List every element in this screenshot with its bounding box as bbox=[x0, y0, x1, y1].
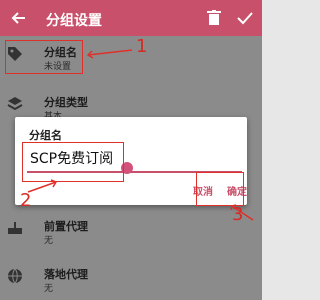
setting-label: 落地代理 bbox=[44, 268, 88, 281]
setting-front-proxy[interactable]: 前置代理 无 bbox=[0, 212, 262, 252]
annotation-box-group-name bbox=[5, 40, 83, 74]
annotation-number-1: 1 bbox=[136, 36, 148, 57]
annotation-number-3: 3 bbox=[232, 204, 244, 225]
annotation-number-2: 2 bbox=[20, 190, 32, 211]
setting-value: 无 bbox=[44, 284, 54, 294]
back-arrow-icon[interactable] bbox=[10, 9, 28, 27]
setting-label: 分组类型 bbox=[44, 96, 88, 109]
trash-icon[interactable] bbox=[205, 9, 223, 27]
check-icon[interactable] bbox=[236, 9, 254, 27]
annotation-box-input bbox=[22, 142, 124, 182]
router-icon bbox=[7, 220, 23, 236]
annotation-box-ok bbox=[196, 172, 244, 206]
setting-landing-proxy[interactable]: 落地代理 无 bbox=[0, 260, 262, 300]
setting-value: 无 bbox=[44, 236, 54, 246]
globe-icon bbox=[7, 268, 23, 284]
layers-icon bbox=[7, 96, 23, 112]
dialog-title: 分组名 bbox=[29, 129, 62, 142]
setting-label: 前置代理 bbox=[44, 220, 88, 233]
page-title: 分组设置 bbox=[46, 13, 102, 29]
app-bar: 分组设置 bbox=[0, 0, 262, 36]
